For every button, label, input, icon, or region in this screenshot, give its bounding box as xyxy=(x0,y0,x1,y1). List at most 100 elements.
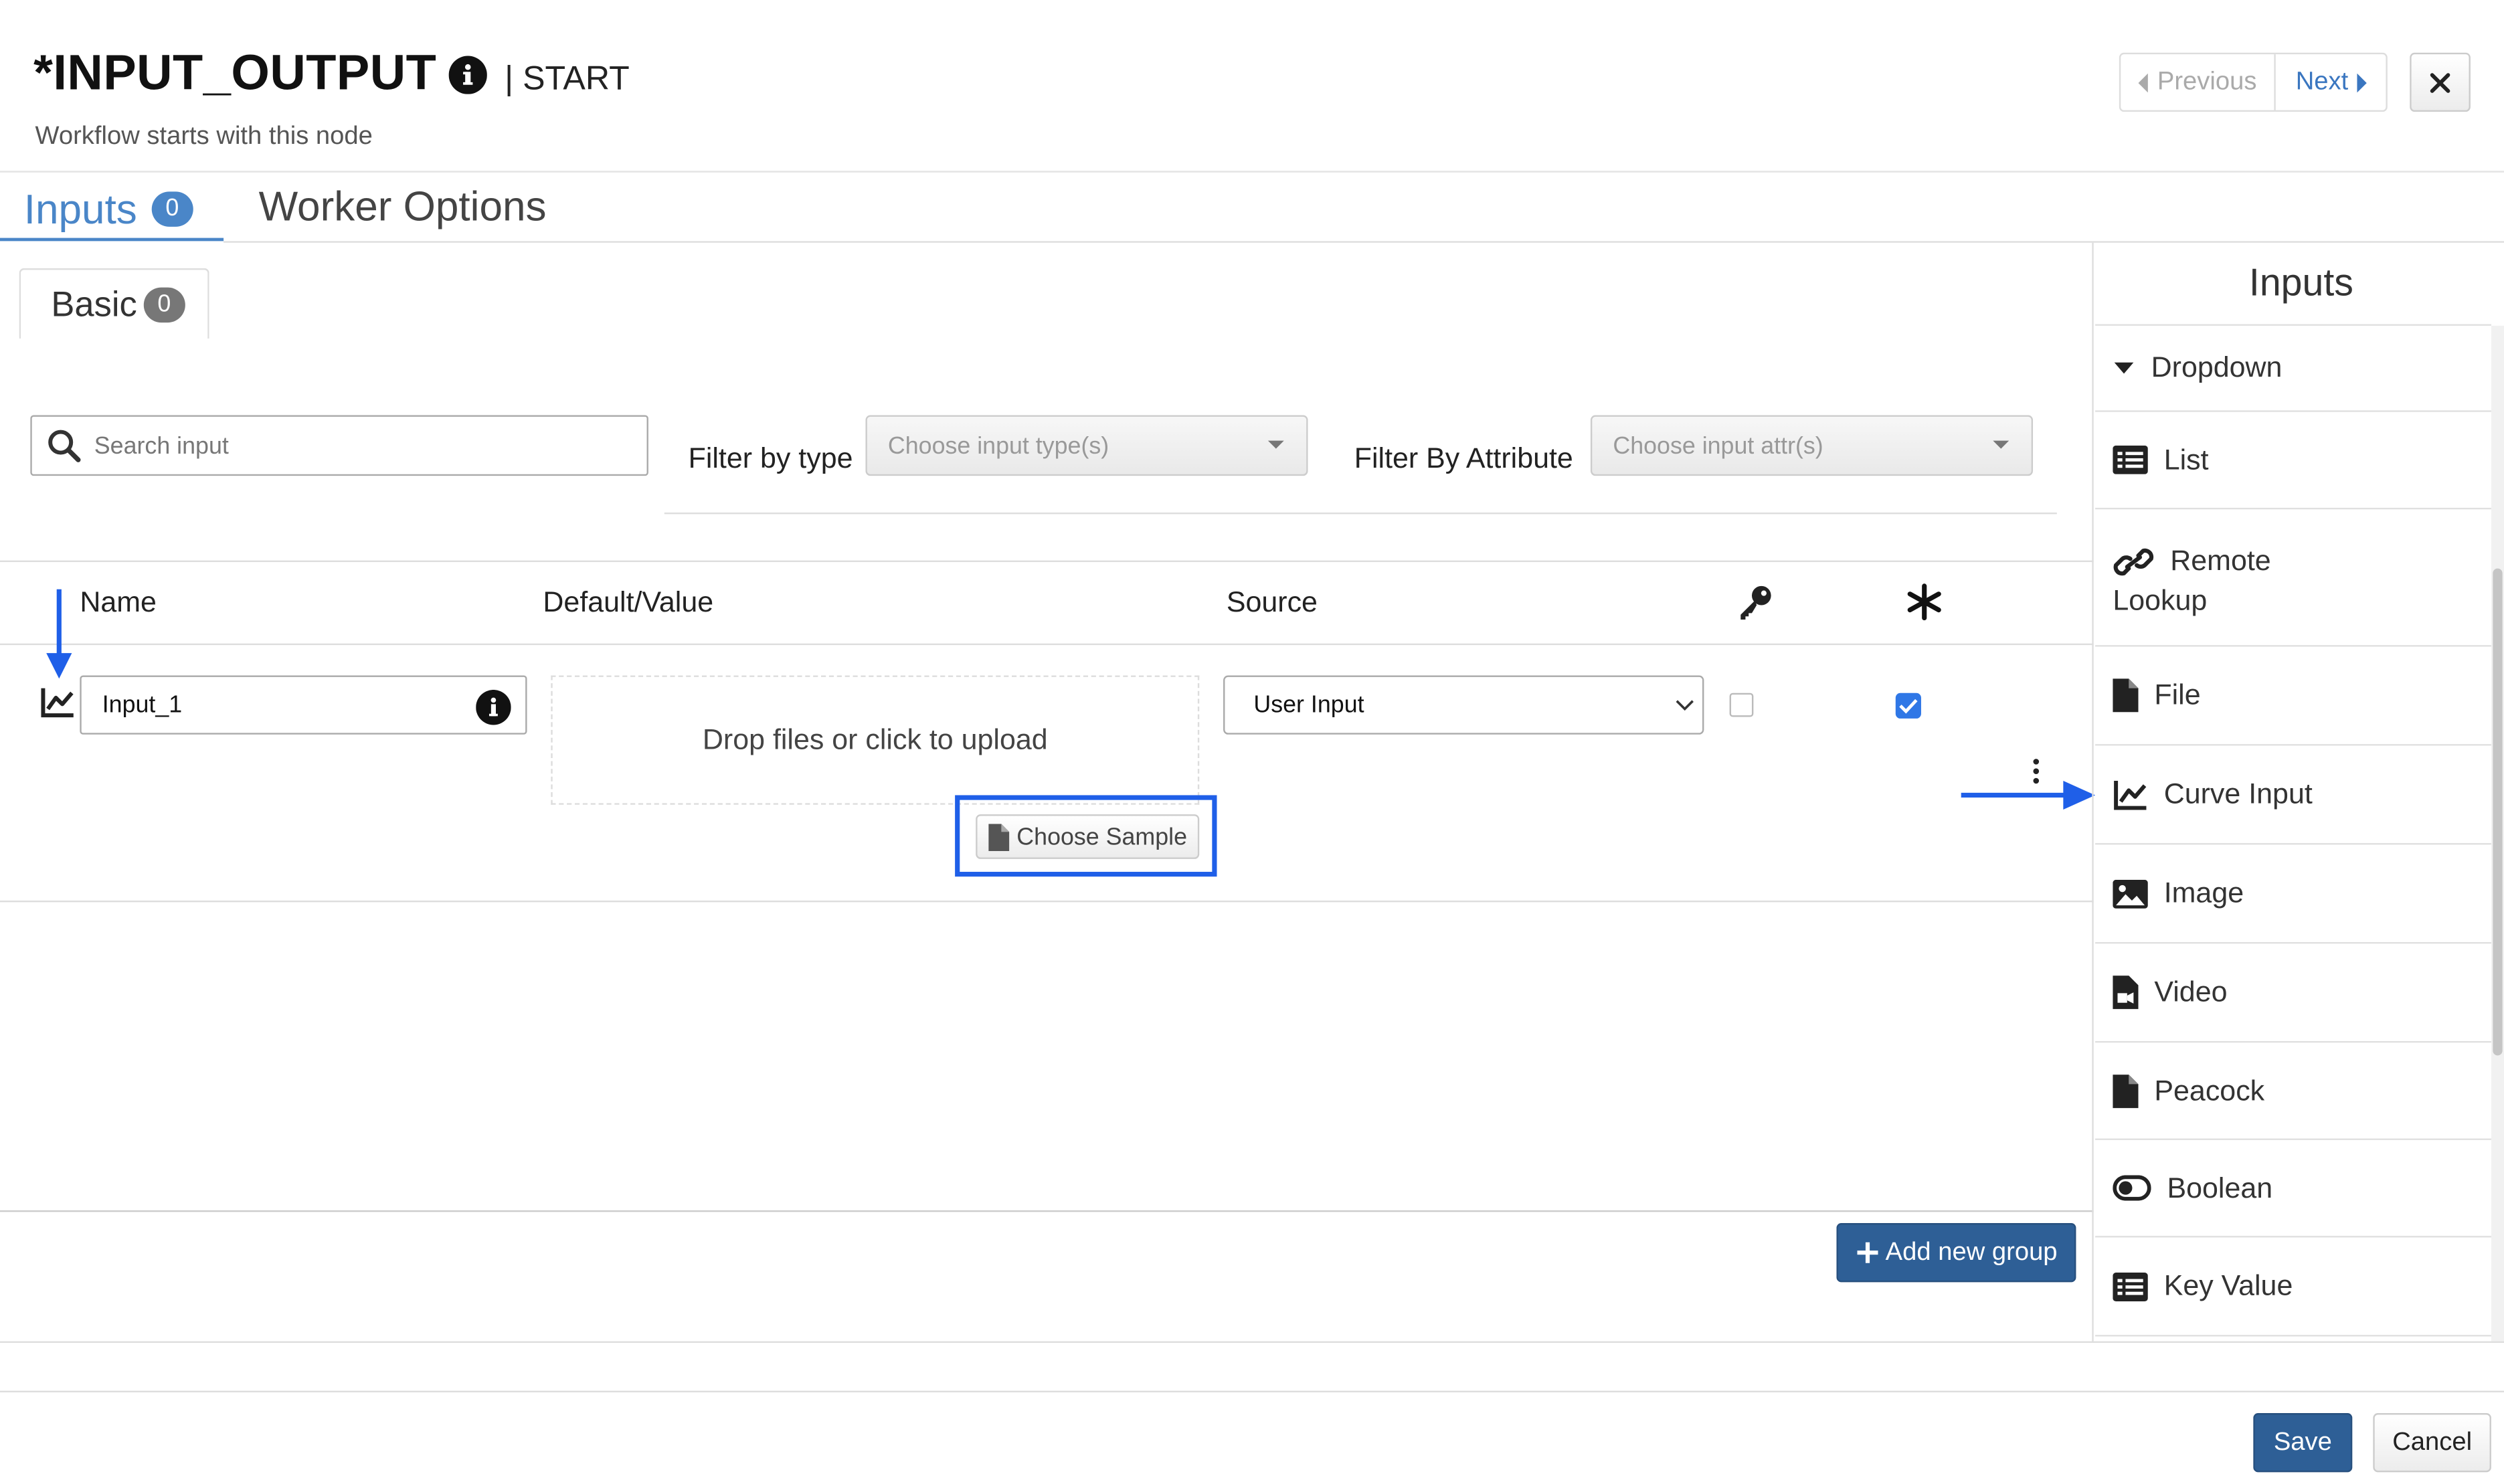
palette-item-label-line2: Lookup xyxy=(2113,584,2208,617)
previous-button[interactable]: Previous xyxy=(2121,54,2274,110)
palette-item-label: Boolean xyxy=(2167,1171,2273,1204)
search-input[interactable]: Search input xyxy=(30,415,648,476)
filter-attr-label: Filter By Attribute xyxy=(1354,442,1573,474)
palette-item-label: File xyxy=(2154,678,2201,711)
workflow-node-editor: *INPUT_OUTPUT | START Workflow starts wi… xyxy=(0,0,2504,1482)
filter-type-placeholder: Choose input type(s) xyxy=(887,432,1109,460)
table-row: Input_1 Drop files or click to upload Ch… xyxy=(0,645,2094,901)
close-icon xyxy=(2430,72,2450,92)
filter-attr-placeholder: Choose input attr(s) xyxy=(1613,432,1823,460)
save-label: Save xyxy=(2273,1428,2332,1456)
input-name-field[interactable]: Input_1 xyxy=(80,675,527,735)
search-icon xyxy=(48,430,81,462)
caret-down-icon xyxy=(1267,440,1284,449)
subtab-basic-badge: 0 xyxy=(143,286,185,322)
curve-input-icon xyxy=(40,686,76,727)
content-bottom-border xyxy=(0,1341,2504,1343)
palette-item-label: Dropdown xyxy=(2151,350,2283,383)
palette-item-label: Curve Input xyxy=(2163,777,2313,810)
palette-item-label: List xyxy=(2163,443,2209,475)
source-select[interactable]: User Input xyxy=(1223,675,1704,735)
palette-item-peacock[interactable]: Peacock xyxy=(2095,1042,2491,1138)
cancel-label: Cancel xyxy=(2392,1428,2473,1456)
page-title: *INPUT_OUTPUT xyxy=(33,44,437,101)
tab-inputs-badge: 0 xyxy=(151,191,193,227)
file-icon xyxy=(2113,678,2139,713)
tab-inputs-label: Inputs xyxy=(23,184,137,233)
header-divider xyxy=(0,171,2504,173)
file-icon xyxy=(2113,1073,2139,1108)
tab-inputs[interactable]: Inputs 0 xyxy=(24,181,193,238)
palette-item-boolean[interactable]: Boolean xyxy=(2095,1140,2491,1236)
node-type-label: | START xyxy=(505,60,630,98)
image-icon xyxy=(2113,878,2148,908)
palette-item-curve-input[interactable]: Curve Input xyxy=(2095,745,2491,843)
previous-label: Previous xyxy=(2157,68,2257,95)
toggle-icon xyxy=(2113,1175,2151,1201)
filter-type-select[interactable]: Choose input type(s) xyxy=(865,415,1308,476)
page-subtitle: Workflow starts with this node xyxy=(35,122,373,151)
palette-left-border xyxy=(2092,242,2094,1341)
table-top-border xyxy=(0,560,2094,563)
cancel-button[interactable]: Cancel xyxy=(2373,1413,2491,1473)
palette-item-label: Remote xyxy=(2170,544,2271,577)
footer-divider xyxy=(0,1390,2504,1393)
palette-item-image[interactable]: Image xyxy=(2095,844,2491,942)
plus-icon xyxy=(1856,1242,1878,1263)
palette-title: Inputs xyxy=(2248,262,2353,305)
key-checkbox[interactable] xyxy=(1729,692,1754,717)
palette-item-video[interactable]: Video xyxy=(2095,943,2491,1041)
required-checkbox[interactable] xyxy=(1895,692,1921,719)
link-icon xyxy=(2113,547,2154,575)
subtab-basic-label: Basic xyxy=(51,283,137,324)
group-bottom-border xyxy=(0,1210,2094,1212)
info-icon[interactable] xyxy=(448,56,487,94)
add-new-group-button[interactable]: Add new group xyxy=(1836,1223,2076,1283)
add-new-group-label: Add new group xyxy=(1885,1238,2058,1266)
source-value: User Input xyxy=(1253,691,1364,719)
dropzone-text: Drop files or click to upload xyxy=(702,723,1048,755)
choose-sample-label: Choose Sample xyxy=(1016,823,1188,850)
tab-active-indicator xyxy=(0,238,224,242)
palette-item-label: Video xyxy=(2154,976,2228,1008)
close-button[interactable] xyxy=(2410,52,2471,112)
column-header-source: Source xyxy=(1226,585,1318,618)
next-button[interactable]: Next xyxy=(2276,54,2388,110)
filters-divider xyxy=(664,513,2057,515)
video-file-icon xyxy=(2113,976,2139,1010)
caret-down-icon xyxy=(2114,362,2134,374)
palette-item-dropdown[interactable]: Dropdown xyxy=(2095,326,2491,409)
list-icon xyxy=(2113,1271,2148,1301)
file-dropzone[interactable]: Drop files or click to upload xyxy=(551,675,1200,805)
palette-scrollbar-thumb[interactable] xyxy=(2493,568,2503,1056)
palette-item-file[interactable]: File xyxy=(2095,647,2491,745)
palette-item-list[interactable]: List xyxy=(2095,412,2491,508)
column-header-name: Name xyxy=(80,585,157,618)
caret-right-icon xyxy=(2357,72,2367,92)
filter-type-label: Filter by type xyxy=(688,442,853,474)
next-label: Next xyxy=(2295,68,2349,95)
palette-item-label: Key Value xyxy=(2163,1269,2293,1301)
palette-item-remote-lookup[interactable]: Remote Lookup xyxy=(2095,509,2491,645)
palette-item-key-value[interactable]: Key Value xyxy=(2095,1238,2491,1335)
filter-attr-select[interactable]: Choose input attr(s) xyxy=(1590,415,2034,476)
row-border xyxy=(0,900,2094,903)
list-icon xyxy=(2113,445,2148,474)
palette-item-label: Peacock xyxy=(2154,1073,2265,1106)
palette-item-label: Image xyxy=(2163,876,2244,909)
checkmark-icon xyxy=(1899,699,1918,714)
caret-down-icon xyxy=(1993,440,2009,449)
tab-worker-options[interactable]: Worker Options xyxy=(259,182,547,231)
info-icon[interactable] xyxy=(476,689,511,725)
palette-divider xyxy=(2095,1335,2491,1337)
subtab-basic[interactable]: Basic 0 xyxy=(19,268,209,339)
choose-sample-button[interactable]: Choose Sample xyxy=(976,814,1200,859)
chart-line-icon xyxy=(2114,779,2147,810)
key-icon xyxy=(1736,583,1774,629)
save-button[interactable]: Save xyxy=(2253,1413,2353,1473)
chevron-down-icon xyxy=(1676,700,1694,711)
tabs-divider xyxy=(223,241,2504,243)
required-asterisk-icon xyxy=(1906,583,1942,629)
annotation-arrow-right xyxy=(1961,777,2098,820)
caret-left-icon xyxy=(2138,72,2148,92)
